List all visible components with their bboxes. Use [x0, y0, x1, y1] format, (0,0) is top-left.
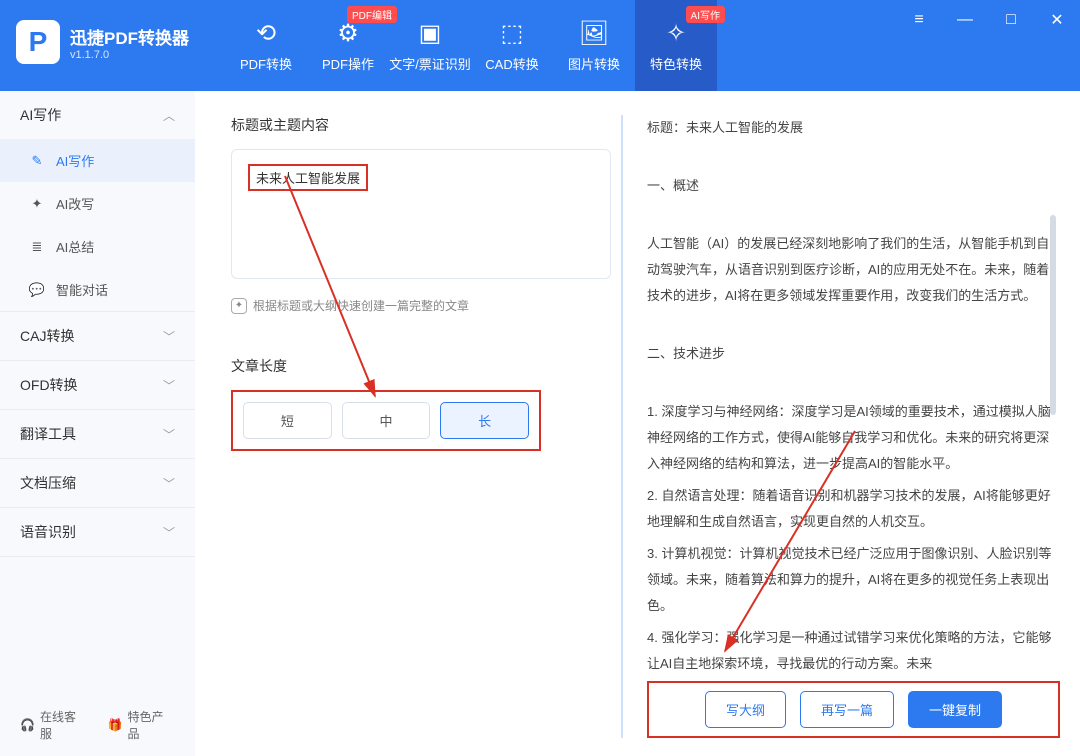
nav-image[interactable]: 🖼 图片转换: [553, 0, 635, 91]
brand-name: 迅捷PDF转换器: [70, 24, 189, 49]
star-icon: ✧: [666, 19, 686, 48]
brand: P 迅捷PDF转换器 v1.1.7.0: [0, 0, 205, 84]
write-again-button[interactable]: 再写一篇: [800, 691, 894, 728]
sidebar-group-speech[interactable]: 语音识别﹀: [0, 508, 195, 556]
copy-all-button[interactable]: 一键复制: [908, 691, 1002, 728]
maximize-button[interactable]: □: [988, 0, 1034, 40]
brand-version: v1.1.7.0: [70, 49, 189, 61]
hint-text: ✦ 根据标题或大纲快速创建一篇完整的文章: [231, 297, 611, 314]
swap-icon: ⟲: [256, 19, 276, 48]
nav-pdf-convert[interactable]: ⟲ PDF转换: [225, 0, 307, 91]
list-icon: ≣: [28, 239, 46, 255]
nav-pdf-operate[interactable]: PDF编辑 ⚙ PDF操作: [307, 0, 389, 91]
gift-icon: 🎁: [108, 718, 123, 732]
sidebar-group-ai-write[interactable]: AI写作 ︿: [0, 91, 195, 139]
minimize-button[interactable]: —: [942, 0, 988, 40]
length-options-highlight: 短 中 长: [231, 390, 541, 451]
image-icon: 🖼: [579, 19, 609, 48]
sidebar-group-caj[interactable]: CAJ转换﹀: [0, 312, 195, 360]
chevron-down-icon: ﹀: [163, 377, 175, 394]
length-long-button[interactable]: 长: [440, 402, 529, 439]
chevron-down-icon: ﹀: [163, 328, 175, 345]
info-icon: ✦: [231, 298, 247, 314]
length-medium-button[interactable]: 中: [342, 402, 431, 439]
chevron-down-icon: ﹀: [163, 475, 175, 492]
title-bar: P 迅捷PDF转换器 v1.1.7.0 ⟲ PDF转换 PDF编辑 ⚙ PDF操…: [0, 0, 1080, 91]
sidebar-group-translate[interactable]: 翻译工具﹀: [0, 410, 195, 458]
nav-ocr[interactable]: ▣ 文字/票证识别: [389, 0, 471, 91]
headset-icon: 🎧: [20, 718, 35, 732]
sidebar-item-ai-write[interactable]: ✎ AI写作: [0, 139, 195, 182]
scrollbar[interactable]: [1050, 215, 1056, 415]
logo-icon: P: [16, 20, 60, 64]
sidebar-group-compress[interactable]: 文档压缩﹀: [0, 459, 195, 507]
featured-products-link[interactable]: 🎁特色产品: [108, 708, 176, 742]
length-short-button[interactable]: 短: [243, 402, 332, 439]
sidebar-item-ai-rewrite[interactable]: ✦ AI改写: [0, 182, 195, 225]
length-label: 文章长度: [231, 356, 611, 376]
output-title: 标题：未来人工智能的发展: [647, 115, 1052, 141]
cad-icon: ⬚: [501, 19, 524, 48]
sidebar-item-ai-summary[interactable]: ≣ AI总结: [0, 225, 195, 268]
chevron-down-icon: ﹀: [163, 426, 175, 443]
nav-feature[interactable]: AI写作 ✧ 特色转换: [635, 0, 717, 91]
chat-icon: 💬: [28, 282, 46, 298]
online-support-link[interactable]: 🎧在线客服: [20, 708, 88, 742]
main-content: 标题或主题内容 未来人工智能发展 ✦ 根据标题或大纲快速创建一篇完整的文章 文章…: [195, 91, 1080, 756]
close-button[interactable]: ✕: [1034, 0, 1080, 40]
wand-icon: ✦: [28, 196, 46, 212]
topic-value-highlight: 未来人工智能发展: [248, 164, 368, 191]
scan-icon: ▣: [419, 19, 442, 48]
chevron-down-icon: ﹀: [163, 524, 175, 541]
nav-cad[interactable]: ⬚ CAD转换: [471, 0, 553, 91]
sidebar: AI写作 ︿ ✎ AI写作 ✦ AI改写 ≣ AI总结 💬 智能对话 CAJ转换…: [0, 91, 195, 756]
pen-icon: ✎: [28, 153, 46, 169]
sidebar-group-ofd[interactable]: OFD转换﹀: [0, 361, 195, 409]
badge-ai-write: AI写作: [686, 6, 725, 23]
topic-label: 标题或主题内容: [231, 115, 611, 135]
chevron-up-icon: ︿: [163, 107, 175, 124]
write-outline-button[interactable]: 写大纲: [705, 691, 786, 728]
menu-button[interactable]: ≡: [896, 0, 942, 40]
topic-textarea[interactable]: 未来人工智能发展: [231, 149, 611, 279]
sidebar-item-ai-chat[interactable]: 💬 智能对话: [0, 268, 195, 311]
action-row-highlight: 写大纲 再写一篇 一键复制: [647, 681, 1060, 738]
main-nav: ⟲ PDF转换 PDF编辑 ⚙ PDF操作 ▣ 文字/票证识别 ⬚ CAD转换 …: [225, 0, 717, 91]
output-text: 标题：未来人工智能的发展 一、概述 人工智能（AI）的发展已经深刻地影响了我们的…: [647, 115, 1060, 669]
window-controls: ≡ — □ ✕: [896, 0, 1080, 40]
